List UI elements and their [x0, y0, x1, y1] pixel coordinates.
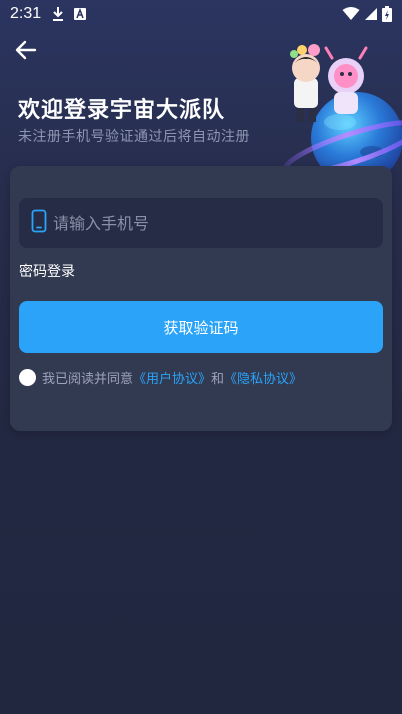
a-box-icon: [73, 7, 87, 21]
privacy-policy-link[interactable]: 《隐私协议》: [224, 368, 302, 387]
signal-icon: [364, 7, 378, 21]
hero-illustration: [262, 40, 402, 184]
download-icon: [51, 6, 65, 22]
page-subtitle: 未注册手机号验证通过后将自动注册: [18, 129, 250, 145]
battery-icon: [382, 6, 392, 22]
back-button[interactable]: [12, 38, 40, 66]
agree-checkbox[interactable]: [19, 369, 36, 386]
arrow-left-icon: [15, 39, 37, 65]
status-bar: 2:31: [0, 0, 402, 28]
wifi-icon: [342, 7, 360, 21]
agreement-prefix: 我已阅读并同意: [42, 372, 134, 387]
agreement-and: 和: [211, 372, 225, 387]
agreement-row: 我已阅读并同意 《用户协议》 和 《隐私协议》: [19, 368, 302, 387]
phone-field[interactable]: [19, 198, 383, 248]
user-agreement-link[interactable]: 《用户协议》: [133, 368, 211, 387]
page-title: 欢迎登录宇宙大派队: [18, 98, 226, 123]
status-time: 2:31: [10, 5, 42, 22]
phone-icon: [31, 209, 47, 237]
login-card: 密码登录 获取验证码 我已阅读并同意 《用户协议》 和 《隐私协议》: [10, 166, 392, 431]
phone-input[interactable]: [53, 213, 353, 233]
password-login-link[interactable]: 密码登录: [19, 261, 75, 281]
get-code-button[interactable]: 获取验证码: [19, 301, 383, 353]
